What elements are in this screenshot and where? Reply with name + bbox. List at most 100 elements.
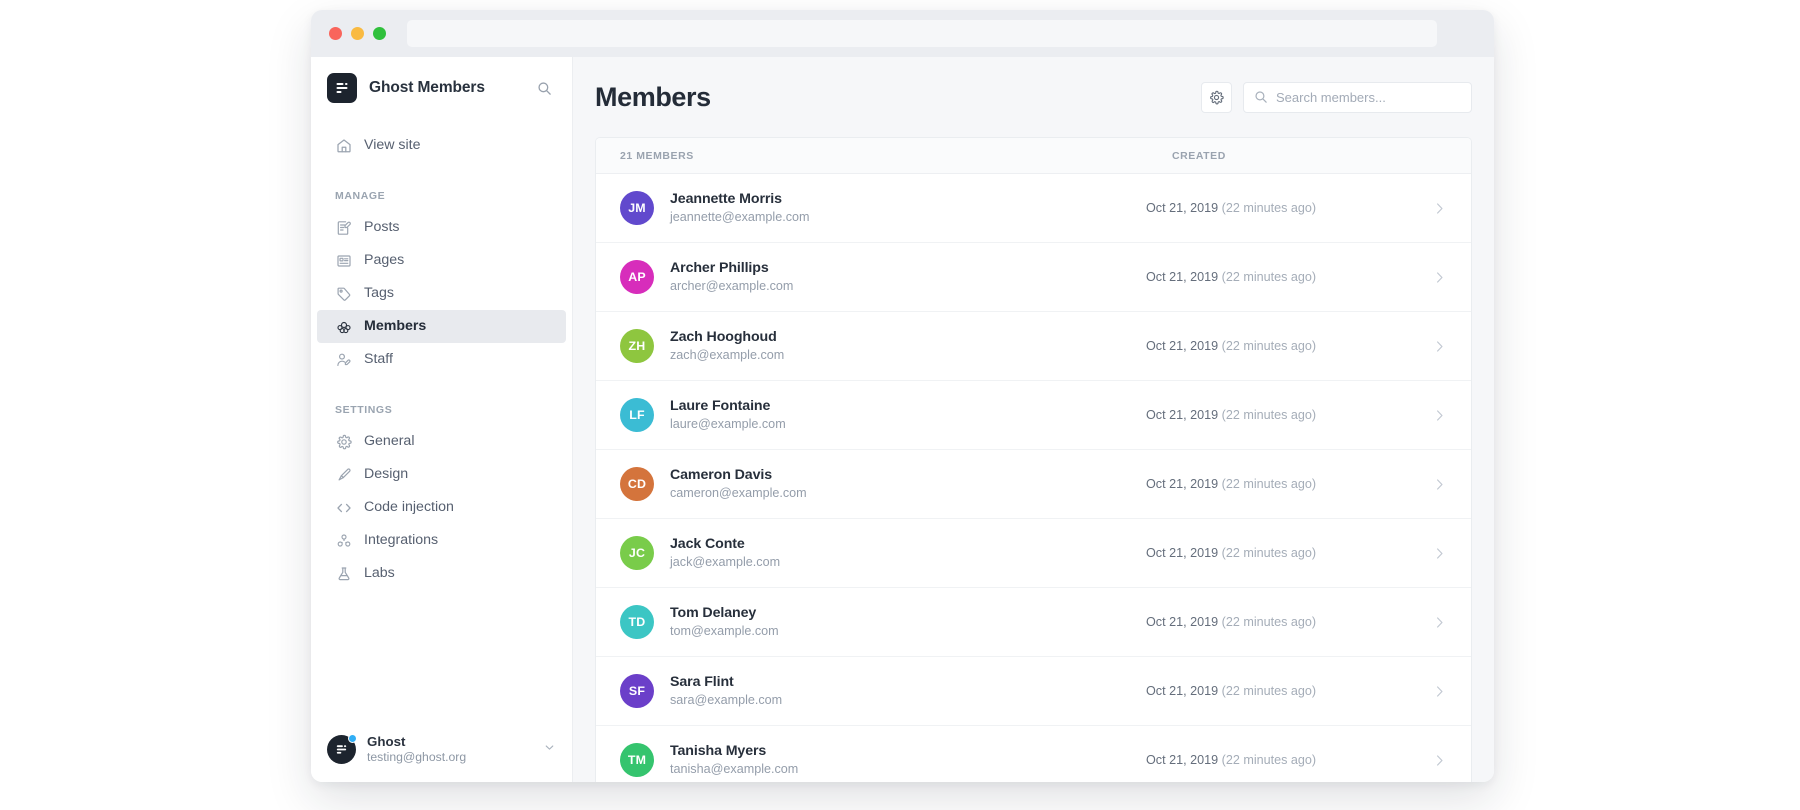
table-row[interactable]: SFSara Flintsara@example.comOct 21, 2019… [596, 657, 1471, 726]
sidebar-user-meta: Ghost testing@ghost.org [367, 734, 537, 766]
member-name: Jeannette Morris [670, 190, 1146, 208]
column-header-member: 21 MEMBERS [620, 150, 1172, 162]
sidebar-item-label: Members [364, 319, 426, 333]
avatar: SF [620, 674, 654, 708]
table-row[interactable]: ZH Zach Hooghoudzach@example.comOct 21, 2… [596, 312, 1471, 381]
member-email: archer@example.com [670, 278, 1146, 295]
main-content: Members [573, 57, 1494, 782]
member-name: Tanisha Myers [670, 742, 1146, 760]
created-date: Oct 21, 2019 [1146, 477, 1218, 491]
ghost-logo-icon [327, 73, 357, 103]
search-icon [1254, 90, 1268, 104]
status-badge [348, 734, 357, 743]
sidebar-item-posts[interactable]: Posts [317, 211, 566, 244]
sidebar-item-labs[interactable]: Labs [317, 557, 566, 590]
sidebar-item-general[interactable]: General [317, 425, 566, 458]
member-created: Oct 21, 2019 (22 minutes ago) [1146, 270, 1421, 284]
sidebar-item-integrations[interactable]: Integrations [317, 524, 566, 557]
member-created: Oct 21, 2019 (22 minutes ago) [1146, 684, 1421, 698]
table-row[interactable]: JM Jeannette Morrisjeannette@example.comO… [596, 174, 1471, 243]
close-window-button[interactable] [329, 27, 342, 40]
table-row[interactable]: TMTanisha Myerstanisha@example.comOct 21… [596, 726, 1471, 782]
url-bar[interactable] [407, 20, 1437, 47]
flask-icon [335, 565, 353, 583]
search-icon[interactable] [533, 77, 555, 99]
gear-icon [1209, 90, 1224, 105]
member-email: laure@example.com [670, 416, 1146, 433]
member-meta: Jack Contejack@example.com [670, 535, 1146, 570]
chevron-right-icon[interactable] [1421, 270, 1447, 285]
member-email: tanisha@example.com [670, 761, 1146, 778]
tag-icon [335, 285, 353, 303]
created-relative: (22 minutes ago) [1218, 339, 1316, 353]
page-title: Members [595, 82, 1201, 113]
member-meta: Zach Hooghoudzach@example.com [670, 328, 1146, 363]
sidebar-section-manage: MANAGE Posts [311, 166, 572, 376]
member-created: Oct 21, 2019 (22 minutes ago) [1146, 339, 1421, 353]
member-created: Oct 21, 2019 (22 minutes ago) [1146, 477, 1421, 491]
paintbrush-icon [335, 466, 353, 484]
sidebar-user-name: Ghost [367, 734, 537, 751]
sidebar-item-label: Integrations [364, 533, 438, 547]
sidebar-item-view-site[interactable]: View site [317, 129, 566, 162]
avatar: JC [620, 536, 654, 570]
created-relative: (22 minutes ago) [1218, 270, 1316, 284]
created-date: Oct 21, 2019 [1146, 270, 1218, 284]
gear-icon [335, 433, 353, 451]
members-icon [335, 318, 353, 336]
sidebar-item-design[interactable]: Design [317, 458, 566, 491]
search-members-box[interactable] [1243, 82, 1472, 113]
minimize-window-button[interactable] [351, 27, 364, 40]
chevron-right-icon[interactable] [1421, 684, 1447, 699]
sidebar-item-pages[interactable]: Pages [317, 244, 566, 277]
member-created: Oct 21, 2019 (22 minutes ago) [1146, 201, 1421, 215]
avatar: JM [620, 191, 654, 225]
table-row[interactable]: APArcher Phillipsarcher@example.comOct 2… [596, 243, 1471, 312]
chevron-right-icon[interactable] [1421, 477, 1447, 492]
chevron-right-icon[interactable] [1421, 201, 1447, 216]
member-name: Archer Phillips [670, 259, 1146, 277]
member-created: Oct 21, 2019 (22 minutes ago) [1146, 546, 1421, 560]
member-email: jeannette@example.com [670, 209, 1146, 226]
sidebar-item-members[interactable]: Members [317, 310, 566, 343]
sidebar-item-staff[interactable]: Staff [317, 343, 566, 376]
traffic-lights [329, 27, 386, 40]
table-row[interactable]: CDCameron Daviscameron@example.comOct 21… [596, 450, 1471, 519]
member-name: Tom Delaney [670, 604, 1146, 622]
table-row[interactable]: JC Jack Contejack@example.comOct 21, 2019… [596, 519, 1471, 588]
search-input[interactable] [1276, 90, 1461, 105]
members-settings-button[interactable] [1201, 82, 1232, 113]
sidebar-item-label: View site [364, 138, 421, 152]
table-header-row: 21 MEMBERS CREATED [596, 138, 1471, 174]
pages-icon [335, 252, 353, 270]
chevron-right-icon[interactable] [1421, 546, 1447, 561]
column-header-created: CREATED [1172, 150, 1447, 162]
home-icon [335, 137, 353, 155]
sidebar-item-code-injection[interactable]: Code injection [317, 491, 566, 524]
sidebar-user-menu[interactable]: Ghost testing@ghost.org [311, 734, 572, 782]
member-email: jack@example.com [670, 554, 1146, 571]
created-date: Oct 21, 2019 [1146, 408, 1218, 422]
staff-icon [335, 351, 353, 369]
sidebar-user-email: testing@ghost.org [367, 750, 537, 766]
table-row[interactable]: LFLaure Fontainelaure@example.comOct 21,… [596, 381, 1471, 450]
member-created: Oct 21, 2019 (22 minutes ago) [1146, 753, 1421, 767]
sidebar-section-settings: SETTINGS General [311, 380, 572, 590]
created-date: Oct 21, 2019 [1146, 546, 1218, 560]
sidebar-item-label: Posts [364, 220, 399, 234]
member-meta: Tanisha Myerstanisha@example.com [670, 742, 1146, 777]
chevron-right-icon[interactable] [1421, 753, 1447, 768]
chevron-right-icon[interactable] [1421, 339, 1447, 354]
avatar: TD [620, 605, 654, 639]
maximize-window-button[interactable] [373, 27, 386, 40]
table-row[interactable]: TDTom Delaneytom@example.comOct 21, 2019… [596, 588, 1471, 657]
sidebar-item-tags[interactable]: Tags [317, 277, 566, 310]
chevron-right-icon[interactable] [1421, 615, 1447, 630]
chevron-down-icon[interactable] [543, 741, 556, 759]
avatar: ZH [620, 329, 654, 363]
member-email: sara@example.com [670, 692, 1146, 709]
member-name: Jack Conte [670, 535, 1146, 553]
created-relative: (22 minutes ago) [1218, 615, 1316, 629]
chevron-right-icon[interactable] [1421, 408, 1447, 423]
created-relative: (22 minutes ago) [1218, 201, 1316, 215]
